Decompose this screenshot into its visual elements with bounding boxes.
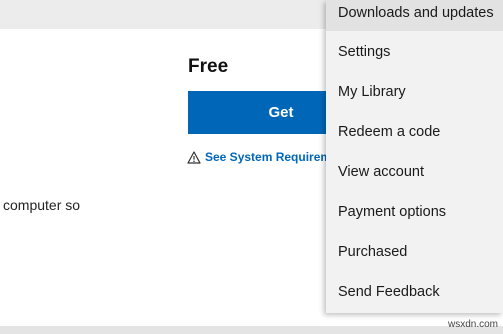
menu-item-payment-options[interactable]: Payment options [326, 194, 503, 230]
system-requirements-link[interactable]: See System Requirem [187, 150, 331, 164]
get-button-label: Get [268, 104, 294, 121]
watermark-text: wsxdn.com [448, 319, 499, 330]
menu-item-my-library[interactable]: My Library [326, 74, 503, 110]
price-label: Free [188, 56, 229, 77]
warning-icon [187, 150, 201, 164]
menu-item-purchased[interactable]: Purchased [326, 234, 503, 270]
description-text: computer so [3, 197, 81, 213]
account-menu: Downloads and updates Settings My Librar… [326, 0, 503, 313]
menu-item-redeem-a-code[interactable]: Redeem a code [326, 114, 503, 150]
menu-item-downloads-and-updates[interactable]: Downloads and updates [326, 0, 503, 31]
menu-item-settings[interactable]: Settings [326, 34, 503, 70]
menu-item-send-feedback[interactable]: Send Feedback [326, 274, 503, 310]
menu-item-view-account[interactable]: View account [326, 154, 503, 190]
bottom-bar [0, 326, 503, 334]
system-requirements-label: See System Requirem [205, 150, 332, 164]
